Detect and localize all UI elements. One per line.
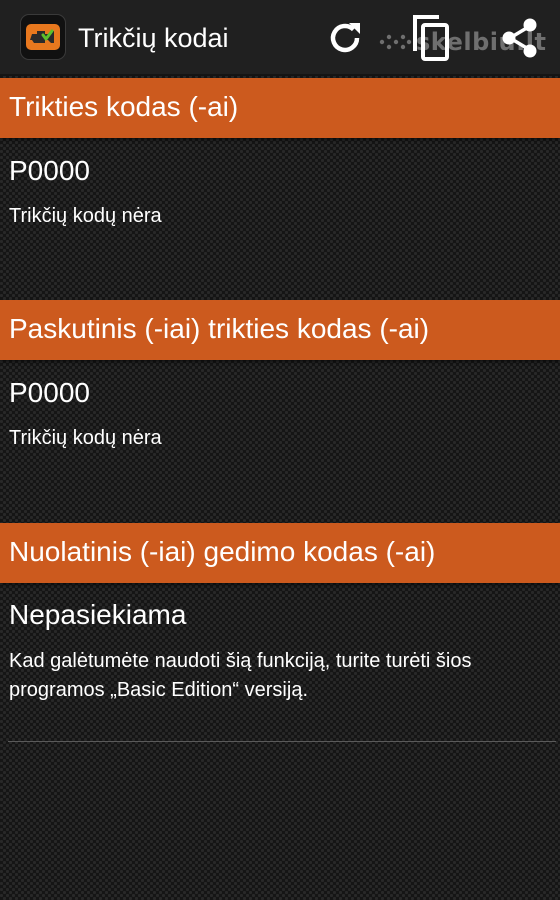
copy-button[interactable]	[405, 12, 457, 64]
trouble-code-description: Kad galėtumėte naudoti šią funkciją, tur…	[9, 650, 472, 701]
refresh-button[interactable]	[319, 12, 371, 64]
share-button[interactable]	[494, 12, 546, 64]
trouble-code: P0000	[9, 155, 90, 186]
section-header-permanent-codes: Nuolatinis (-iai) gedimo kodas (-ai)	[0, 523, 560, 583]
engine-check-icon	[20, 14, 66, 60]
copy-icon	[413, 15, 449, 61]
section-header-label: Trikties kodas (-ai)	[9, 91, 239, 122]
share-icon	[502, 18, 537, 58]
trouble-code-description: Trikčių kodų nėra	[9, 205, 162, 227]
divider	[8, 741, 556, 742]
section-header-current-codes: Trikties kodas (-ai)	[0, 78, 560, 138]
page-title: Trikčių kodai	[78, 23, 229, 53]
action-bar: Trikčių kodai skelbiu.lt	[0, 0, 560, 76]
trouble-code: P0000	[9, 377, 90, 408]
section-header-label: Paskutinis (-iai) trikties kodas (-ai)	[9, 313, 430, 344]
section-header-last-codes: Paskutinis (-iai) trikties kodas (-ai)	[0, 300, 560, 360]
section-header-label: Nuolatinis (-iai) gedimo kodas (-ai)	[9, 536, 436, 567]
trouble-code-description: Trikčių kodų nėra	[9, 427, 162, 449]
refresh-icon	[330, 23, 360, 53]
trouble-code: Nepasiekiama	[9, 599, 187, 630]
